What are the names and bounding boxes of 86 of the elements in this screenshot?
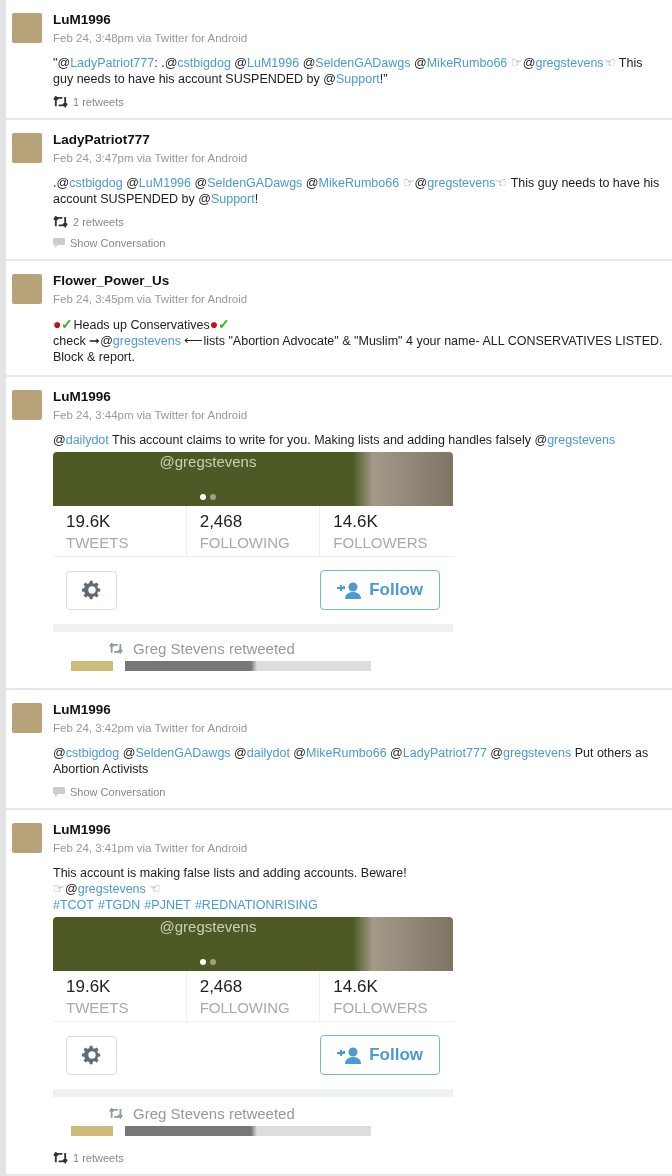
mention-link[interactable]: LuM1996 [247,56,300,70]
tweet-text: "@LadyPatriot777: .@cstbigdog @LuM1996 @SeldenGADawgs @MikeRumbo66 ☞@gregstevens☜ This guy needs to have his account SUSPENDED by @Support!" [53,55,644,87]
retweets-link[interactable]: 2 retweets [73,216,124,228]
stat-label: TWEETS [66,999,130,1016]
stat-label: FOLLOWING [199,999,291,1016]
user-name[interactable]: LuM1996 [53,821,664,838]
tweet-meta: Feb 24, 3:48pm via Twitter for Android [53,31,249,46]
stat-value: 14.6K [333,977,379,997]
avatar-placeholder[interactable] [12,390,42,420]
tweet-meta: Feb 24, 3:42pm via Twitter for Android [53,721,249,736]
mention-link[interactable]: SeldenGADawgs [135,746,231,760]
mention-link[interactable]: MikeRumbo66 [426,56,508,70]
settings-button[interactable] [66,570,117,610]
user-name[interactable]: LadyPatriot777 [53,131,664,148]
add-user-icon [337,581,364,599]
settings-icon [80,1044,103,1066]
avatar-placeholder[interactable] [12,133,42,163]
tweet-meta: Feb 24, 3:45pm via Twitter for Android [53,292,249,307]
tweet-meta: Feb 24, 3:47pm via Twitter for Android [53,151,249,166]
profile-handle: @gregstevens [159,918,257,935]
stat-value: 2,468 [199,977,244,997]
mention-link[interactable]: dailydot [65,433,109,447]
mention-link[interactable]: gregstevens [535,56,604,70]
hashtag-link[interactable]: #PJNET [144,897,191,913]
mention-link[interactable]: MikeRumbo66 [306,746,387,760]
profile-handle: @gregstevens [159,453,257,470]
tweet-text: ●✓Heads up Conservatives●✓ check ➞@gregstevens ⟵lists "Abortion Advocate" & "Muslim" 4 your name- ALL CONSERVATIVES LISTED. Block & report. [53,316,664,365]
mention-link[interactable]: Support [210,192,255,206]
retweets-link[interactable]: 1 retweets [73,1152,124,1164]
mention-link[interactable]: cstbigdog [177,56,231,70]
settings-icon [80,579,103,601]
tweet-meta: Feb 24, 3:44pm via Twitter for Android [53,408,249,423]
mention-link[interactable]: gregstevens [547,433,616,447]
retweet-icon [109,1108,123,1119]
mention-link[interactable]: cstbigdog [65,746,120,760]
mention-link[interactable]: Support [336,72,380,86]
show-conversation-link[interactable]: Show Conversation [70,237,166,249]
stat-value: 2,468 [199,512,244,532]
follow-button[interactable]: Follow [320,570,440,610]
hashtag-link[interactable]: #TGDN [98,897,141,913]
stat-value: 19.6K [66,512,112,532]
avatar-placeholder[interactable] [12,703,42,733]
mention-link[interactable]: gregstevens [112,334,181,348]
follow-button[interactable]: Follow [320,1035,440,1075]
user-name[interactable]: LuM1996 [53,701,664,718]
mention-link[interactable]: LadyPatriot777 [402,746,487,760]
speech-bubble-icon [53,787,65,797]
stat-label: FOLLOWERS [333,534,429,551]
retweets-link[interactable]: 1 retweets [73,96,124,108]
tweet-meta: Feb 24, 3:41pm via Twitter for Android [53,841,249,856]
mention-link[interactable]: MikeRumbo66 [318,176,400,190]
retweeted-label: Greg Stevens retweeted [133,640,295,657]
stat-label: FOLLOWERS [333,999,429,1016]
mention-link[interactable]: gregstevens [427,176,496,190]
user-name[interactable]: Flower_Power_Us [53,272,664,289]
add-user-icon [337,1046,364,1064]
settings-button[interactable] [66,1035,117,1075]
stat-label: TWEETS [66,534,130,551]
retweeted-label: Greg Stevens retweeted [133,1105,295,1122]
tweet-text: @cstbigdog @SeldenGADawgs @dailydot @MikeRumbo66 @LadyPatriot777 @gregstevens Put others as Abortion Activists [53,745,650,777]
mention-link[interactable]: cstbigdog [69,176,123,190]
avatar-placeholder[interactable] [12,13,42,43]
mention-link[interactable]: gregstevens [503,746,572,760]
avatar-placeholder[interactable] [12,274,42,304]
avatar-placeholder[interactable] [12,823,42,853]
speech-bubble-icon [53,238,65,248]
mention-link[interactable]: SeldenGADawgs [315,56,411,70]
hashtag-link[interactable]: #TCOT [53,897,94,913]
show-conversation-link[interactable]: Show Conversation [70,786,166,798]
stat-value: 19.6K [66,977,112,997]
mention-link[interactable]: dailydot [246,746,290,760]
hashtag-link[interactable]: #REDNATIONRISING [194,897,318,913]
mention-link[interactable]: LuM1996 [138,176,191,190]
stat-value: 14.6K [333,512,379,532]
mention-link[interactable]: gregstevens [77,882,146,896]
tweet-text: @dailydot This account claims to write for you. Making lists and adding handles falsely @gregstevens [53,432,617,448]
retweet-icon [53,1152,68,1164]
user-name[interactable]: LuM1996 [53,11,664,28]
tweet-text: .@cstbigdog @LuM1996 @SeldenGADawgs @MikeRumbo66 ☞@gregstevens☜ This guy needs to have his account SUSPENDED by @Support! [53,175,661,207]
retweet-icon [53,96,68,108]
retweet-icon [109,643,123,654]
retweet-icon [53,216,68,228]
tweet-text: This account is making false lists and adding accounts. Beware! ☞@gregstevens ☜ [53,865,408,897]
stat-label: FOLLOWING [199,534,291,551]
mention-link[interactable]: SeldenGADawgs [207,176,303,190]
user-name[interactable]: LuM1996 [53,388,664,405]
